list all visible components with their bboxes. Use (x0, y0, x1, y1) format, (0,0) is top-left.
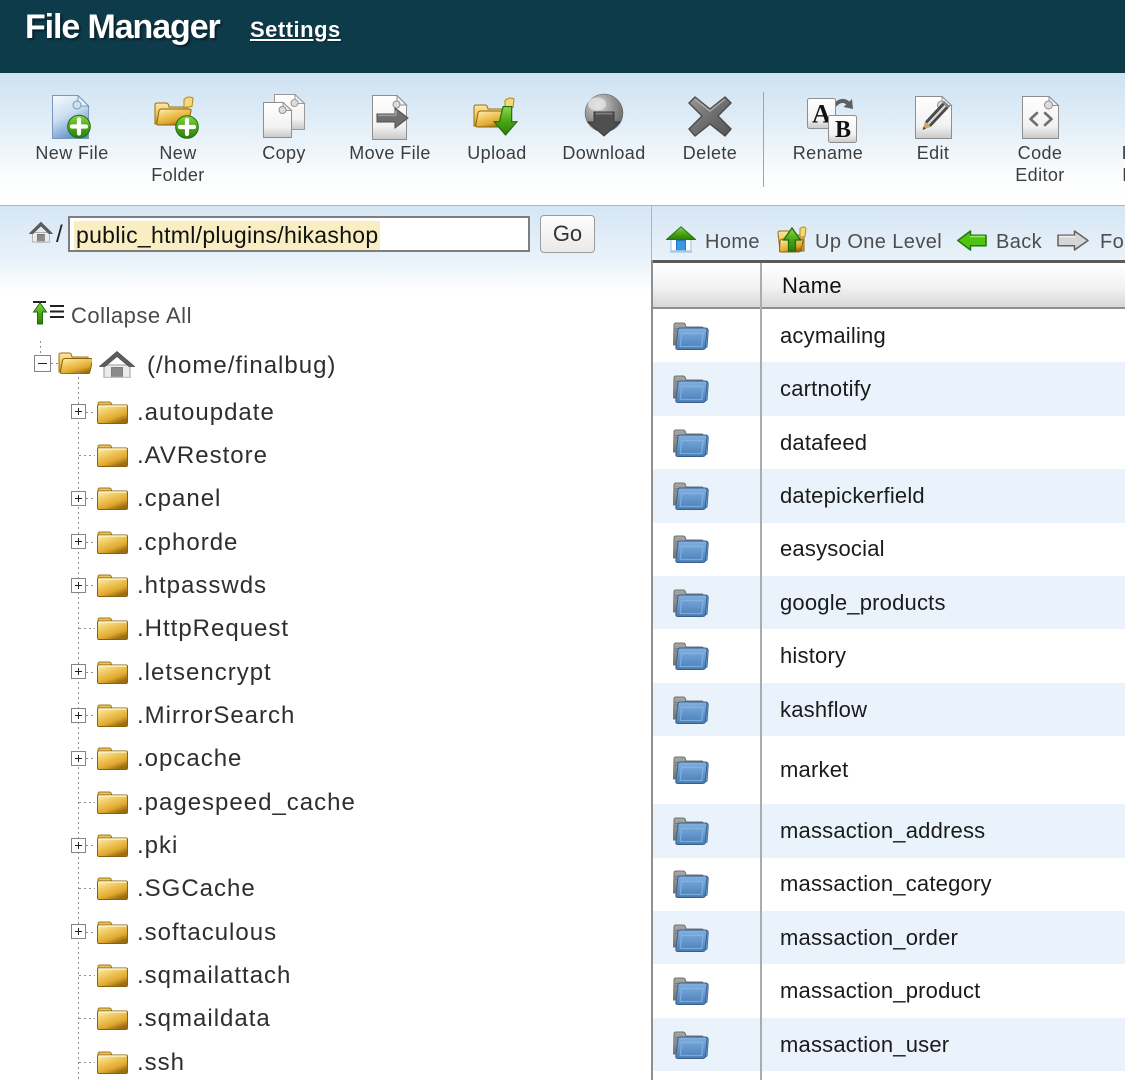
svg-text:B: B (835, 117, 851, 143)
